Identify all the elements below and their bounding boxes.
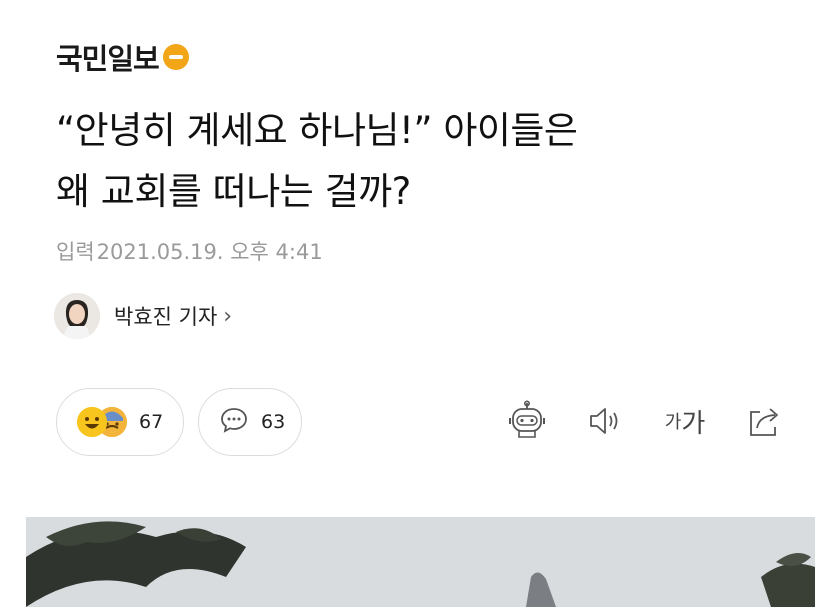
reporter-avatar [54,293,100,339]
date-label: 입력 [56,240,95,264]
comment-count: 63 [261,411,286,433]
robot-summary-icon[interactable] [505,398,549,444]
article-photo [26,517,815,607]
reporter-name: 박효진 기자 [114,305,218,329]
font-size-icon[interactable]: 가가 [660,398,710,444]
press-header[interactable]: 국민일보 [56,36,189,78]
smile-emoji-icon [77,407,107,437]
reporter-link[interactable]: 박효진 기자 › [54,293,232,339]
press-name: 국민일보 [56,42,160,76]
font-small-label: 가 [664,412,682,433]
title-line-2: 왜 교회를 떠나는 걸까? [56,170,411,213]
comment-button[interactable]: 63 [198,388,302,456]
chevron-right-icon: › [223,303,233,329]
article-title: “안녕히 계세요 하나님!” 아이들은 왜 교회를 떠나는 걸까? [56,100,816,222]
publish-date: 입력 2021.05.19. 오후 4:41 [56,236,323,266]
speaker-icon[interactable] [583,398,627,444]
press-logo-icon [162,44,189,70]
reaction-count: 67 [139,411,164,433]
font-large-label: 가 [681,408,706,439]
share-icon[interactable] [742,398,786,444]
comment-bubble-icon [219,405,249,439]
title-line-1: “안녕히 계세요 하나님!” 아이들은 [56,109,578,152]
reaction-button[interactable]: 67 [56,388,184,456]
date-value: 2021.05.19. 오후 4:41 [96,240,323,264]
